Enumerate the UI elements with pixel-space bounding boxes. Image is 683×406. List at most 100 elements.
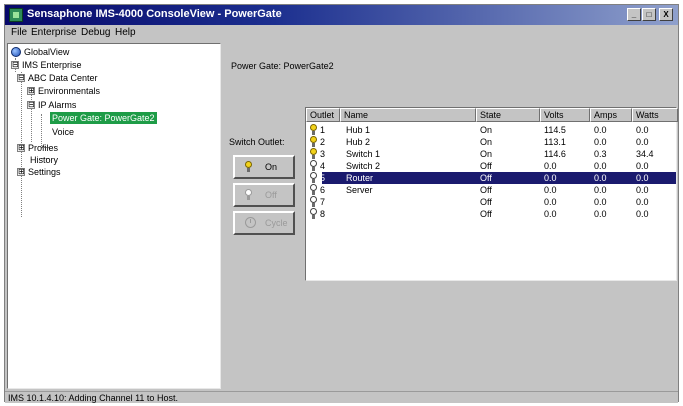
cell-amps: 0.3 [594, 149, 607, 159]
table-header: Outlet Name State Volts Amps Watts [306, 108, 678, 122]
row-selection-highlight [322, 172, 676, 184]
title-bar[interactable]: Sensaphone IMS-4000 ConsoleView - PowerG… [5, 5, 678, 25]
power-gate-value: PowerGate2 [283, 61, 334, 71]
expand-icon[interactable]: ⊞ [27, 87, 35, 95]
collapse-icon[interactable]: ⊟ [17, 74, 25, 82]
tree-node-history[interactable]: History [30, 154, 58, 166]
off-button-label: Off [265, 190, 277, 200]
menu-debug[interactable]: Debug [81, 27, 110, 38]
bulb-on-icon [310, 136, 317, 148]
status-bar: IMS 10.1.4.10: Adding Channel 11 to Host… [5, 391, 678, 403]
tree-node-ip-alarms[interactable]: IP Alarms [38, 99, 76, 111]
bulb-off-icon [245, 189, 252, 201]
menu-bar: File Enterprise Debug Help [5, 25, 678, 41]
tree-node-environmentals[interactable]: Environmentals [38, 85, 100, 97]
close-button[interactable]: X [659, 8, 673, 21]
table-row[interactable]: 4 Switch 2 Off 0.0 0.0 0.0 [306, 160, 676, 172]
outlet-table[interactable]: Outlet Name State Volts Amps Watts 1 Hub … [305, 107, 678, 281]
tree-node-globalview[interactable]: GlobalView [24, 46, 69, 58]
cell-state: On [480, 125, 493, 135]
cell-amps: 0.0 [594, 209, 607, 219]
power-gate-label: Power Gate: [231, 61, 282, 71]
bulb-off-icon [310, 160, 317, 172]
tree-node-profiles[interactable]: Profiles [28, 142, 58, 154]
column-header-volts[interactable]: Volts [540, 108, 590, 122]
cell-name: Router [346, 173, 374, 183]
bulb-off-icon [310, 184, 317, 196]
cell-name: Hub 2 [346, 137, 371, 147]
cell-name: Switch 2 [346, 161, 381, 171]
cell-volts: 113.1 [544, 137, 566, 147]
outlet-on-button[interactable]: On [233, 155, 295, 179]
table-row[interactable]: 1 Hub 1 On 114.5 0.0 0.0 [306, 124, 676, 136]
tree-node-data-center[interactable]: ABC Data Center [28, 72, 98, 84]
cell-watts: 0.0 [636, 137, 649, 147]
cell-volts: 114.5 [544, 125, 566, 135]
globe-icon [11, 47, 21, 57]
bulb-on-icon [310, 124, 317, 136]
cell-outlet: 5 [320, 173, 326, 183]
column-header-name[interactable]: Name [340, 108, 476, 122]
column-header-state[interactable]: State [476, 108, 540, 122]
tree-connector [31, 88, 32, 142]
cell-watts: 0.0 [636, 173, 649, 183]
menu-file[interactable]: File [11, 27, 27, 38]
on-button-label: On [265, 162, 278, 172]
expand-icon[interactable]: ⊞ [17, 144, 25, 152]
cell-watts: 0.0 [636, 161, 649, 171]
column-header-outlet[interactable]: Outlet [306, 108, 340, 122]
cell-amps: 0.0 [594, 185, 607, 195]
bulb-off-icon [310, 208, 317, 220]
tree-node-voice[interactable]: Voice [52, 126, 74, 138]
bulb-on-icon [310, 148, 317, 160]
cell-volts: 0.0 [544, 197, 557, 207]
maximize-button[interactable]: □ [642, 8, 656, 21]
column-header-amps[interactable]: Amps [590, 108, 632, 122]
power-cycle-icon [245, 217, 256, 228]
column-header-watts[interactable]: Watts [632, 108, 678, 122]
bulb-on-icon [245, 161, 252, 173]
status-message: IMS 10.1.4.10: Adding Channel 11 to Host… [8, 393, 178, 403]
cell-state: Off [480, 209, 492, 219]
menu-help[interactable]: Help [115, 27, 136, 38]
minimize-button[interactable]: _ [627, 8, 641, 21]
collapse-icon[interactable]: ⊟ [11, 61, 19, 69]
cell-volts: 0.0 [544, 185, 557, 195]
window-title: Sensaphone IMS-4000 ConsoleView - PowerG… [27, 8, 282, 20]
tree-node-settings[interactable]: Settings [28, 166, 61, 178]
cell-state: Off [480, 173, 492, 183]
cell-name: Hub 1 [346, 125, 371, 135]
cell-volts: 0.0 [544, 161, 557, 171]
menu-enterprise[interactable]: Enterprise [31, 27, 77, 38]
outlet-cycle-button[interactable]: Cycle [233, 211, 295, 235]
table-row[interactable]: 2 Hub 2 On 113.1 0.0 0.0 [306, 136, 676, 148]
cell-amps: 0.0 [594, 173, 607, 183]
cell-volts: 114.6 [544, 149, 566, 159]
cell-amps: 0.0 [594, 197, 607, 207]
app-window: Sensaphone IMS-4000 ConsoleView - PowerG… [4, 4, 679, 403]
tree-node-enterprise[interactable]: IMS Enterprise [22, 59, 82, 71]
expand-icon[interactable]: ⊞ [17, 168, 25, 176]
cell-outlet: 4 [320, 161, 326, 171]
cell-state: Off [480, 185, 492, 195]
app-logo-icon [9, 8, 23, 22]
outlet-off-button[interactable]: Off [233, 183, 295, 207]
cell-volts: 0.0 [544, 173, 557, 183]
bulb-off-icon [310, 196, 317, 208]
table-row[interactable]: 3 Switch 1 On 114.6 0.3 34.4 [306, 148, 676, 160]
cycle-button-label: Cycle [265, 218, 288, 228]
bulb-off-icon [310, 172, 317, 184]
cell-name: Server [346, 185, 373, 195]
tree-node-power-gate[interactable]: Power Gate: PowerGate2 [50, 112, 157, 124]
cell-state: Off [480, 197, 492, 207]
cell-state: Off [480, 161, 492, 171]
navigation-tree[interactable]: GlobalView ⊟ IMS Enterprise ⊟ ABC Data C… [7, 43, 221, 389]
table-row[interactable]: 8 Off 0.0 0.0 0.0 [306, 208, 676, 220]
table-row[interactable]: 5 Router Off 0.0 0.0 0.0 [306, 172, 676, 184]
collapse-icon[interactable]: ⊟ [27, 101, 35, 109]
table-row[interactable]: 6 Server Off 0.0 0.0 0.0 [306, 184, 676, 196]
table-row[interactable]: 7 Off 0.0 0.0 0.0 [306, 196, 676, 208]
cell-watts: 34.4 [636, 149, 654, 159]
cell-watts: 0.0 [636, 197, 649, 207]
cell-outlet: 8 [320, 209, 326, 219]
